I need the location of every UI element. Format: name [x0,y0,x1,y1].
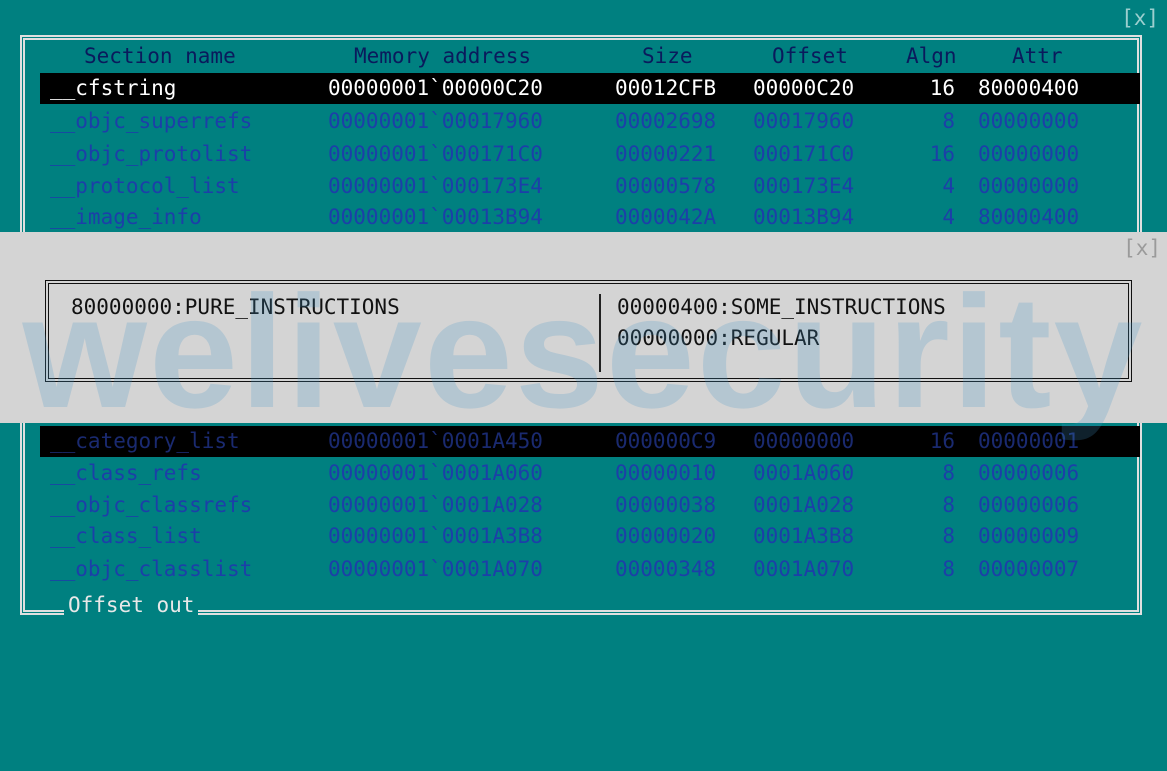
table-row[interactable]: __category_list 00000001`0001A450 000000… [40,426,1140,457]
table-row[interactable]: __objc_superrefs 00000001`00017960 00002… [40,106,1140,137]
cell-name: __protocol_list [50,174,240,198]
cell-align: 8 [942,557,955,581]
window-close-icon[interactable]: [x] [1121,6,1159,30]
table-row[interactable]: __objc_classlist 00000001`0001A070 00000… [40,554,1140,585]
table-row[interactable]: __image_info 00000001`00013B94 0000042A … [40,202,1140,233]
header-memory-address[interactable]: Memory address [350,41,536,72]
cell-size: 00002698 [615,109,717,133]
popup-left-line: 80000000:PURE_INSTRUCTIONS [71,295,400,319]
cell-name: __class_refs [50,461,202,485]
cell-align: 8 [942,524,955,548]
cell-attr: 00000007 [978,557,1080,581]
cell-address: 00000001`0001A060 [328,461,543,485]
cell-size: 00000348 [615,557,717,581]
header-attr[interactable]: Attr [1008,41,1067,72]
cell-align: 16 [929,142,955,166]
table-row[interactable]: __objc_protolist 00000001`000171C0 00000… [40,139,1140,170]
cell-align: 8 [942,493,955,517]
header-section-name[interactable]: Section name [80,41,240,72]
cell-attr: 00000000 [978,174,1080,198]
popup-close-icon[interactable]: [x] [1123,236,1161,260]
cell-name: __class_list [50,524,202,548]
cell-address: 00000001`00017960 [328,109,543,133]
cell-name: __objc_superrefs [50,109,253,133]
cell-address: 00000001`0001A450 [328,429,543,453]
cell-offset: 00017960 [753,109,855,133]
cell-attr: 80000400 [978,205,1080,229]
cell-address: 00000001`000173E4 [328,174,543,198]
table-row[interactable]: __class_refs 00000001`0001A060 00000010 … [40,458,1140,489]
cell-attr: 00000000 [978,142,1080,166]
cell-name: __objc_classrefs [50,493,253,517]
cell-align: 4 [942,205,955,229]
cell-offset: 00013B94 [753,205,855,229]
cell-offset: 00000C20 [753,76,855,100]
table-header: Section name Memory address Size Offset … [40,41,1140,72]
header-align[interactable]: Algn [902,41,961,72]
attributes-popup: [x] 80000000:PURE_INSTRUCTIONS 00000400:… [0,232,1167,423]
table-row[interactable]: __objc_classrefs 00000001`0001A028 00000… [40,490,1140,521]
footer-label: Offset out [64,592,199,618]
cell-align: 8 [942,461,955,485]
cell-size: 000000C9 [615,429,717,453]
popup-right-line: 00000000:REGULAR [617,326,820,350]
cell-offset: 000173E4 [753,174,855,198]
cell-size: 0000042A [615,205,717,229]
cell-name: __objc_classlist [50,557,253,581]
cell-attr: 00000001 [978,429,1080,453]
cell-size: 00000010 [615,461,717,485]
cell-offset: 000171C0 [753,142,855,166]
cell-attr: 00000006 [978,461,1080,485]
cell-address: 00000001`0001A070 [328,557,543,581]
cell-align: 8 [942,109,955,133]
cell-offset: 0001A3B8 [753,524,855,548]
cell-name: __cfstring [50,76,177,100]
cell-offset: 00000000 [753,429,855,453]
cell-attr: 00000009 [978,524,1080,548]
cell-align: 16 [929,76,955,100]
popup-right-line: 00000400:SOME_INSTRUCTIONS [617,295,946,319]
cell-address: 00000001`000171C0 [328,142,543,166]
cell-align: 16 [929,429,955,453]
cell-name: __image_info [50,205,202,229]
cell-size: 00000221 [615,142,717,166]
cell-attr: 00000006 [978,493,1080,517]
cell-name: __category_list [50,429,240,453]
cell-attr: 80000400 [978,76,1080,100]
cell-attr: 00000000 [978,109,1080,133]
cell-size: 00000020 [615,524,717,548]
attributes-box: 80000000:PURE_INSTRUCTIONS 00000400:SOME… [45,280,1132,382]
cell-size: 00000038 [615,493,717,517]
table-row[interactable]: __cfstring 00000001`00000C20 00012CFB 00… [40,73,1140,104]
table-row[interactable]: __class_list 00000001`0001A3B8 00000020 … [40,521,1140,552]
cell-address: 00000001`00013B94 [328,205,543,229]
cell-address: 00000001`00000C20 [328,76,543,100]
cell-size: 00000578 [615,174,717,198]
cell-size: 00012CFB [615,76,717,100]
popup-divider [599,294,601,372]
header-size[interactable]: Size [638,41,697,72]
cell-align: 4 [942,174,955,198]
cell-name: __objc_protolist [50,142,253,166]
cell-offset: 0001A070 [753,557,855,581]
table-row[interactable]: __protocol_list 00000001`000173E4 000005… [40,171,1140,202]
cell-offset: 0001A028 [753,493,855,517]
header-offset[interactable]: Offset [768,41,852,72]
cell-address: 00000001`0001A3B8 [328,524,543,548]
cell-offset: 0001A060 [753,461,855,485]
cell-address: 00000001`0001A028 [328,493,543,517]
